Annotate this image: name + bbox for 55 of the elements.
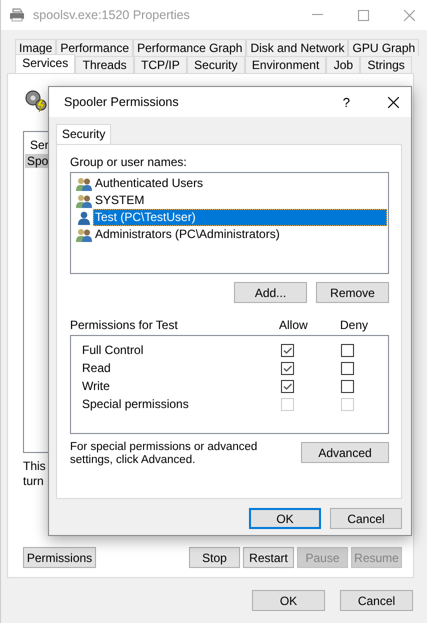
- tab[interactable]: Job: [326, 56, 360, 73]
- user-row[interactable]: Test (PC\TestUser): [93, 209, 387, 226]
- dialog-button[interactable]: Cancel: [340, 590, 413, 611]
- tab[interactable]: Performance Graph: [133, 39, 246, 56]
- description-text: This: [23, 459, 46, 474]
- window-title: spoolsv.exe:1520 Properties: [33, 8, 190, 22]
- dialog-button[interactable]: Cancel: [330, 508, 402, 529]
- service-button[interactable]: Permissions: [23, 547, 96, 568]
- permission-name: Read: [82, 361, 111, 375]
- users-icon: [76, 176, 92, 190]
- checkbox[interactable]: [281, 380, 294, 392]
- column-header: Allow: [279, 318, 309, 332]
- permission-name: Full Control: [82, 343, 144, 357]
- tab[interactable]: Security: [186, 56, 245, 73]
- permission-name: Write: [82, 379, 110, 393]
- checkbox[interactable]: [341, 380, 354, 392]
- checkbox[interactable]: [281, 362, 294, 374]
- dialog-title: Spooler Permissions: [64, 95, 179, 109]
- tab[interactable]: Threads: [75, 56, 134, 73]
- maximize-icon[interactable]: [358, 10, 369, 20]
- column-header: Deny: [340, 318, 370, 332]
- tab[interactable]: Security: [56, 124, 112, 144]
- service-button[interactable]: Restart: [243, 547, 294, 568]
- tab[interactable]: GPU Graph: [348, 39, 420, 56]
- dialog-button[interactable]: OK: [249, 508, 321, 529]
- permission-name: Special permissions: [82, 397, 189, 411]
- checkbox[interactable]: [341, 362, 354, 374]
- service-button[interactable]: Stop: [189, 547, 240, 568]
- tab[interactable]: Disk and Network: [246, 39, 348, 56]
- user-row[interactable]: SYSTEM: [93, 192, 146, 209]
- advanced-button[interactable]: Advanced: [301, 442, 389, 463]
- column-header: Ser: [29, 137, 50, 154]
- list-button[interactable]: Add...: [234, 282, 307, 303]
- checkbox[interactable]: [341, 344, 354, 356]
- tab[interactable]: Environment: [244, 56, 326, 73]
- users-icon: [76, 194, 92, 208]
- description-text: turn: [23, 474, 44, 489]
- list-button[interactable]: Remove: [316, 282, 389, 303]
- group-label: Group or user names:: [70, 155, 187, 169]
- close-icon[interactable]: [388, 96, 399, 108]
- user-row[interactable]: Authenticated Users: [93, 175, 206, 192]
- tab[interactable]: Services: [15, 54, 76, 74]
- dialog-button[interactable]: OK: [252, 590, 325, 611]
- help-button[interactable]: ?: [342, 94, 350, 110]
- users-icon: [76, 228, 92, 242]
- tab[interactable]: TCP/IP: [134, 56, 187, 73]
- user-row[interactable]: Administrators (PC\Administrators): [93, 226, 282, 243]
- tab[interactable]: Performance: [56, 39, 134, 56]
- tab[interactable]: Strings: [360, 56, 412, 73]
- advanced-note: For special permissions or advanced settings, click Advanced.: [70, 441, 258, 467]
- user-icon: [76, 210, 92, 224]
- minimize-icon[interactable]: [312, 14, 323, 16]
- checkbox[interactable]: [281, 344, 294, 356]
- printer-icon: [9, 8, 25, 22]
- permissions-label: Permissions for Test: [70, 318, 179, 332]
